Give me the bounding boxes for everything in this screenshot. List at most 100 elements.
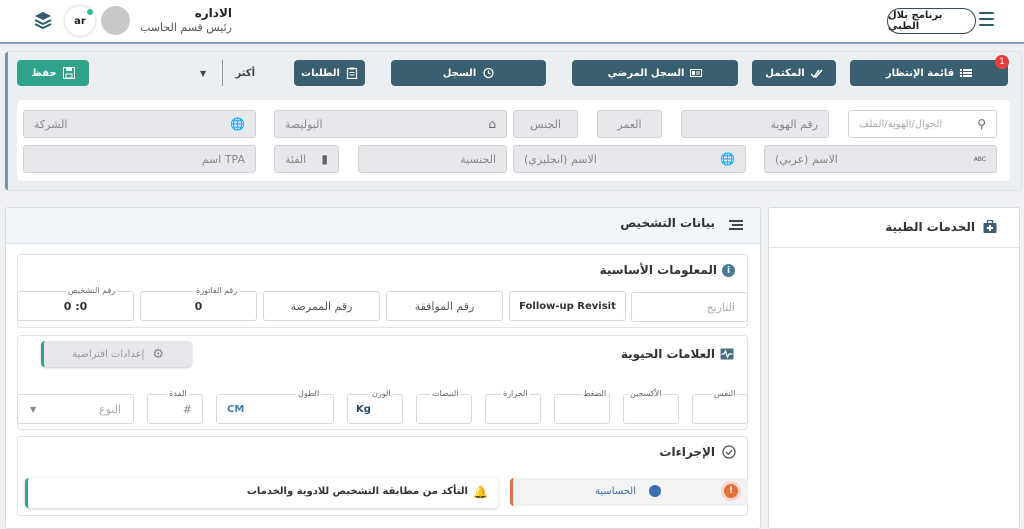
user-role: رئيس قسم الحاسب [140,21,232,34]
diagnosis-number-input[interactable]: 0 :0 [17,291,134,321]
vitals-title: العلامات الحيوية [620,347,715,361]
type-select[interactable]: ▼ النوع [17,394,134,424]
nurse-number-input[interactable]: رقم الممرضة [263,291,380,321]
chevron-down-icon: ▼ [30,404,37,414]
pulse-input[interactable] [416,394,472,424]
search-icon: ⚲ [977,117,986,131]
gear-icon: ⚙ [152,346,164,362]
completed-button[interactable]: المكتمل [752,60,836,86]
more-dropdown[interactable]: ▼ أكثر [200,64,255,82]
waiting-list-label: قائمة الإنتظار [885,67,955,79]
user-name: الاداره [194,6,232,20]
book-icon: ▮ [321,152,328,166]
match-check-label: التأكد من مطابقة التشخيص للادوية والخدما… [246,486,468,497]
breath-input[interactable] [692,394,748,424]
medical-record-button[interactable]: السجل المرضي [572,60,738,86]
id-number-label: رقم الهوية [770,117,818,131]
search-placeholder: الجوال/الهوية/الملف [859,118,943,130]
clipboard-icon [346,67,358,79]
name-english-label: الاسم (انجليزي) [524,152,597,166]
online-indicator [87,9,93,15]
medkit-icon [983,220,997,233]
medical-services-panel [768,207,1020,529]
save-label: حفظ [31,67,57,79]
double-check-icon [810,69,823,79]
invoice-number-value: 0 [194,299,203,313]
globe-icon: 🌐 [720,152,735,166]
list-icon [960,69,973,77]
procedures-title: الإجراءات [659,445,715,459]
waiting-count-badge: 1 [995,55,1009,69]
info-icon: i [722,264,735,277]
menu-icon[interactable] [979,12,994,26]
invoice-number-label: رقم الفاتورة [194,286,240,295]
visit-type-value: Follow-up Revisit [519,300,616,312]
home-icon: ⌂ [488,117,496,131]
brand-pill[interactable]: برنامج بلال الطبي [887,8,976,34]
diagnosis-number-value: 0 :0 [63,299,88,313]
name-english-field[interactable]: الاسم (انجليزي) 🌐 [513,145,746,173]
oxygen-label: الأكسجين [628,389,664,398]
record-button[interactable]: السجل [391,60,546,86]
duration-input[interactable]: # [147,394,203,424]
oxygen-input[interactable] [623,394,679,424]
company-field[interactable]: الشركة 🌐 [23,110,256,138]
medical-record-label: السجل المرضي [607,67,685,79]
date-input[interactable]: التاريخ [631,292,748,322]
allergy-label: الحساسية [594,486,636,497]
completed-label: المكتمل [765,67,805,79]
floppy-icon [62,67,75,79]
avatar[interactable] [101,6,130,35]
patient-search-input[interactable]: الجوال/الهوية/الملف ⚲ [848,110,997,138]
virus-icon [649,485,661,497]
company-label: الشركة [34,117,68,131]
invoice-number-input[interactable]: 0 [140,291,257,321]
duration-label: المدة [167,389,189,398]
weight-label: الوزن [370,389,393,398]
height-input[interactable]: CM [216,394,334,424]
diagnosis-title: بيانات التشخيص [620,216,715,230]
bell-icon: 🔔 [473,485,488,499]
more-label: أكثر [235,67,255,79]
abc-icon: ABC [973,155,986,163]
date-placeholder: التاريخ [706,300,735,314]
height-unit: CM [227,403,245,415]
medical-services-title: الخدمات الطبية [885,220,975,234]
breath-label: النفس [712,389,738,398]
name-arabic-field[interactable]: الاسم (عربي) ABC [764,145,997,173]
category-label: الفئة [285,152,307,166]
category-field[interactable]: الفئة ▮ [274,145,339,173]
policy-field[interactable]: البوليصة ⌂ [274,110,507,138]
name-arabic-label: الاسم (عربي) [775,152,838,166]
weight-input[interactable]: Kg [347,394,403,424]
check-circle-icon [722,445,736,459]
weight-unit: Kg [356,403,371,415]
age-label: العمر [617,117,642,131]
type-placeholder: النوع [99,402,121,416]
history-icon [483,67,494,79]
approval-number-input[interactable]: رقم الموافقة [386,291,503,321]
requests-button[interactable]: الطلبات [294,60,365,86]
gender-label: الجنس [530,117,561,131]
default-settings-button[interactable]: إعدادات افتراضية ⚙ [41,341,192,367]
pulse-label: النبضات [430,389,461,398]
temperature-input[interactable] [485,394,541,424]
default-settings-label: إعدادات افتراضية [72,348,145,360]
tpa-name-field[interactable]: اسم TPA [23,145,256,173]
layers-icon[interactable] [34,11,52,29]
save-button[interactable]: حفظ [17,60,89,86]
pressure-input[interactable] [554,394,610,424]
nationality-field[interactable]: الجنسية [358,145,507,173]
gender-field[interactable]: الجنس [513,110,578,138]
basic-info-title: المعلومات الأساسية [599,263,717,277]
policy-label: البوليصة [285,117,323,131]
waiting-list-button[interactable]: قائمة الإنتظار [850,60,1008,86]
visit-type-select[interactable]: Follow-up Revisit [509,291,626,321]
nurse-number-label: رقم الممرضة [290,299,353,313]
requests-label: الطلبات [301,67,340,79]
approval-number-label: رقم الموافقة [414,299,475,313]
id-card-icon [690,69,703,77]
age-field[interactable]: العمر [597,110,662,138]
id-number-field[interactable]: رقم الهوية [681,110,829,138]
globe-icon: 🌐 [230,117,245,131]
